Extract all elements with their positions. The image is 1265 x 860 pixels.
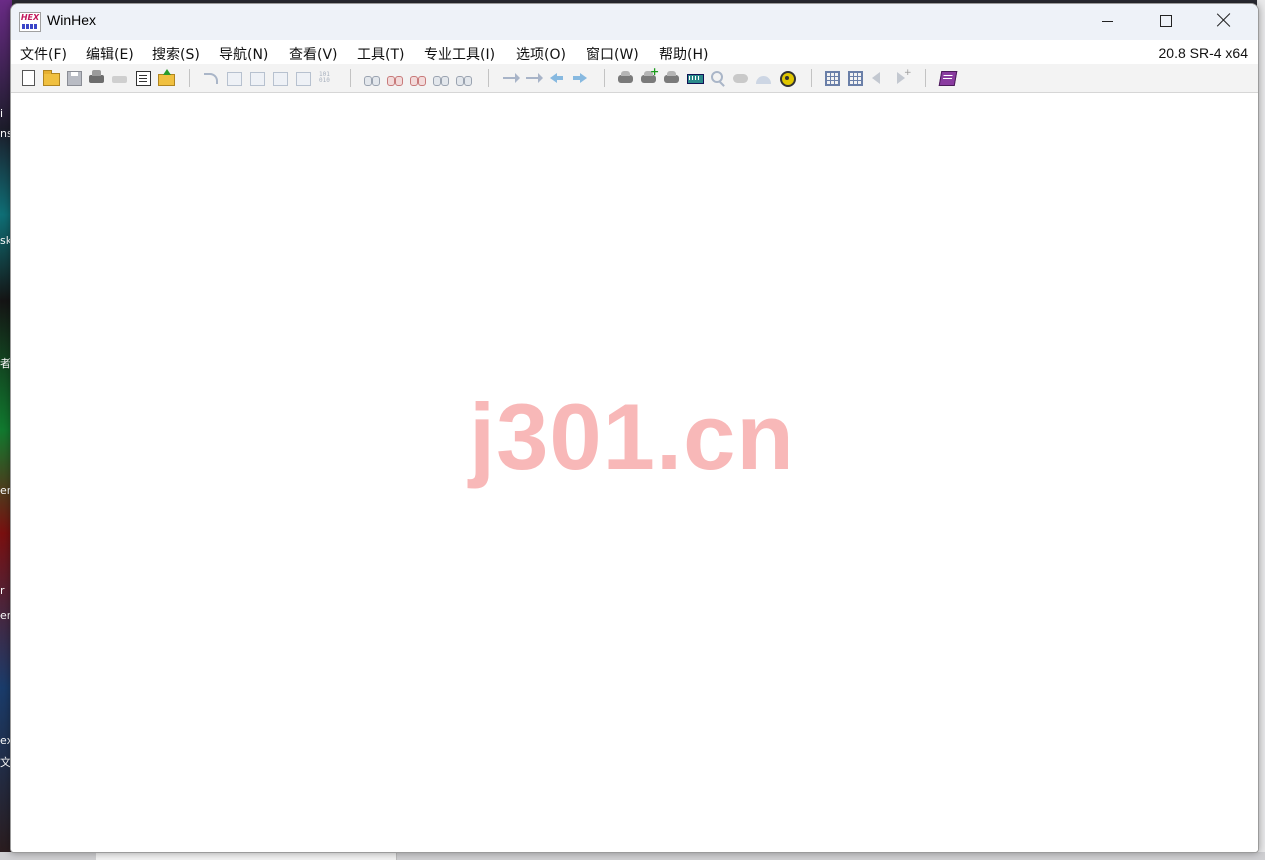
minimize-button[interactable] [1079, 4, 1137, 40]
disk-gray-icon[interactable] [112, 70, 128, 86]
winhex-window: HEX WinHex 文件(F) 编辑(E) 搜索(S) 导航(N) 查看(V)… [10, 3, 1259, 853]
app-icon-text: HEX [20, 13, 40, 22]
prev-icon[interactable] [870, 70, 886, 86]
title-bar[interactable]: HEX WinHex [11, 4, 1258, 40]
close-button[interactable] [1195, 4, 1253, 40]
find-text-icon[interactable] [364, 70, 380, 86]
help-book-icon[interactable] [938, 70, 958, 86]
cut-icon[interactable] [249, 70, 265, 86]
find-fuzzy-icon[interactable] [456, 70, 472, 86]
menu-tools[interactable]: 工具(T) [357, 44, 404, 64]
menu-bar: 文件(F) 编辑(E) 搜索(S) 导航(N) 查看(V) 工具(T) 专业工具… [11, 40, 1258, 64]
watermark-text: j301.cn [469, 384, 795, 489]
menu-navigation[interactable]: 导航(N) [219, 44, 268, 64]
binary-icon[interactable]: 101 010 [318, 70, 334, 86]
menu-view[interactable]: 查看(V) [289, 44, 338, 64]
desktop-icon-label: r [0, 584, 5, 597]
up-folder-icon[interactable] [158, 69, 175, 86]
close-icon [1217, 13, 1231, 27]
menu-file[interactable]: 文件(F) [20, 44, 67, 64]
paste-special-icon[interactable] [295, 70, 311, 86]
menu-search[interactable]: 搜索(S) [152, 44, 200, 64]
minimize-icon [1102, 21, 1113, 22]
add-drive-icon[interactable] [641, 65, 659, 86]
open-disk-icon[interactable] [89, 70, 105, 86]
window-title: WinHex [47, 12, 97, 28]
workspace-area[interactable]: j301.cn [11, 93, 1258, 852]
wave-icon[interactable] [756, 70, 772, 86]
new-file-icon[interactable] [20, 70, 36, 86]
version-label: 20.8 SR-4 x64 [1158, 45, 1249, 61]
menu-specialist-tools[interactable]: 专业工具(I) [424, 44, 495, 64]
copy-icon[interactable] [226, 70, 242, 86]
ram-icon[interactable] [687, 70, 704, 86]
menu-help[interactable]: 帮助(H) [659, 44, 708, 64]
menu-window[interactable]: 窗口(W) [586, 44, 639, 64]
paste-icon[interactable] [272, 70, 288, 86]
menu-edit[interactable]: 编辑(E) [86, 44, 134, 64]
maximize-button[interactable] [1137, 4, 1195, 40]
taskbar-edge [0, 852, 1265, 860]
winhex-app-icon[interactable]: HEX [19, 12, 41, 32]
magnify-icon[interactable] [710, 70, 726, 86]
toolbar: 101 010 [11, 64, 1258, 93]
cloud-icon[interactable] [733, 70, 749, 86]
replace-hex-icon[interactable] [433, 70, 449, 86]
next-icon[interactable] [893, 68, 912, 86]
data-interpreter-icon[interactable] [824, 70, 840, 86]
back-icon[interactable] [549, 70, 565, 86]
goto-sector-icon[interactable] [526, 70, 543, 86]
desktop-icon-label: i [0, 107, 4, 120]
goto-offset-icon[interactable] [503, 70, 520, 86]
undo-icon[interactable] [203, 70, 219, 86]
open-drive-icon[interactable] [618, 70, 634, 86]
properties-icon[interactable] [135, 70, 151, 86]
menu-options[interactable]: 选项(O) [516, 44, 566, 64]
clone-disk-icon[interactable] [664, 70, 680, 86]
save-icon[interactable] [66, 70, 82, 86]
find-hex-icon[interactable] [387, 70, 403, 86]
open-folder-icon[interactable] [43, 70, 60, 86]
gear-icon[interactable] [779, 70, 796, 87]
grid-icon[interactable] [847, 70, 863, 86]
replace-text-icon[interactable] [410, 70, 426, 86]
forward-icon[interactable] [572, 70, 588, 86]
maximize-icon [1160, 15, 1172, 27]
